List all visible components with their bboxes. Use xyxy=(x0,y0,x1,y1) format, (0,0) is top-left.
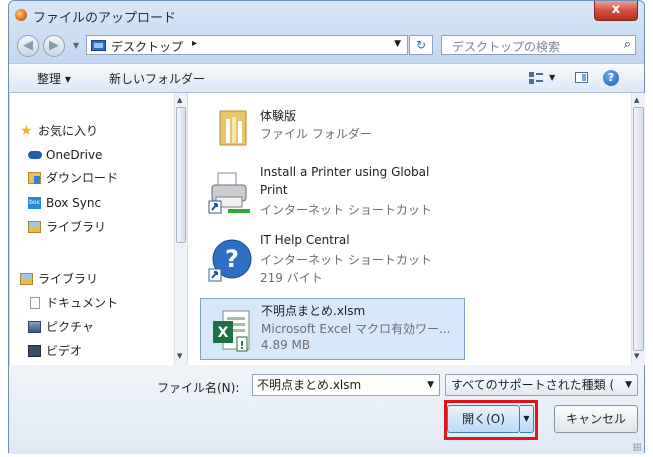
back-button[interactable]: ◀ xyxy=(17,35,39,57)
file-list: 体験版 ファイル フォルダー Install a Printer using G… xyxy=(188,93,645,365)
file-list-scrollbar[interactable]: ▲ ▼ xyxy=(631,93,645,365)
file-name: Install a Printer using Global xyxy=(260,165,430,179)
filename-label: ファイル名(N): xyxy=(157,381,240,395)
scroll-up-arrow-icon[interactable]: ▲ xyxy=(177,96,182,104)
sidebar-item-downloads[interactable]: ダウンロード xyxy=(10,168,170,188)
sidebar-item-label: ダウンロード xyxy=(46,171,119,185)
cloud-icon xyxy=(28,151,42,159)
scrollbar-thumb[interactable] xyxy=(176,107,186,243)
title-bar: ファイルのアップロード x xyxy=(9,1,644,29)
video-icon xyxy=(28,345,41,357)
scroll-down-arrow-icon[interactable]: ▼ xyxy=(177,352,182,360)
filename-dropdown-icon[interactable]: ▼ xyxy=(427,375,434,395)
resize-grip[interactable] xyxy=(633,443,641,451)
scrollbar-thumb[interactable] xyxy=(633,107,644,351)
sidebar-item-label: Box Sync xyxy=(46,196,102,210)
address-dropdown-icon[interactable]: ▼ xyxy=(394,39,401,49)
refresh-button[interactable]: ↻ xyxy=(409,35,433,55)
picture-icon xyxy=(28,321,41,333)
sidebar-item-videos[interactable]: ビデオ xyxy=(10,341,170,361)
file-name-line2: Print xyxy=(260,183,288,197)
desktop-icon xyxy=(91,40,106,51)
svg-text:?: ? xyxy=(225,245,239,273)
navigation-scrollbar[interactable]: ▲ ▼ xyxy=(174,93,187,365)
library-icon xyxy=(28,221,41,233)
svg-text:X: X xyxy=(218,325,229,341)
red-highlight-box xyxy=(444,400,538,440)
scroll-up-arrow-icon[interactable]: ▲ xyxy=(634,96,639,104)
command-toolbar: 整理 ▾ 新しいフォルダー ▼ ? xyxy=(9,63,644,93)
sidebar-item-label: OneDrive xyxy=(46,148,103,162)
sidebar-item-pictures[interactable]: ピクチャ xyxy=(10,317,170,337)
dialog-footer: ファイル名(N): 不明点まとめ.xlsm ▼ すべてのサポートされた種類 ( … xyxy=(9,365,644,454)
file-item-folder[interactable]: 体験版 ファイル フォルダー xyxy=(200,105,465,155)
file-upload-dialog: ファイルのアップロード x ◀ ▶ ▼ デスクトップ ▸ ▼ ↻ デスクトップの… xyxy=(8,0,645,454)
file-item-excel-selected[interactable]: X ! 不明点まとめ.xlsm Microsoft Excel マクロ有効ワー.… xyxy=(200,298,465,360)
view-dropdown-icon[interactable]: ▼ xyxy=(549,73,555,82)
box-icon: box xyxy=(28,197,41,209)
cancel-button[interactable]: キャンセル xyxy=(554,405,638,433)
navigation-bar: ◀ ▶ ▼ デスクトップ ▸ ▼ ↻ デスクトップの検索 ⌕ xyxy=(9,33,644,59)
sidebar-item-label: ビデオ xyxy=(46,344,83,358)
sidebar-item-label: ライブラリ xyxy=(38,272,99,286)
sidebar-item-label: ドキュメント xyxy=(46,296,119,310)
file-size: 4.89 MB xyxy=(261,338,311,352)
sidebar-item-label: ピクチャ xyxy=(46,320,94,334)
sidebar-item-onedrive[interactable]: OneDrive xyxy=(10,145,170,165)
file-type: インターネット ショートカット xyxy=(260,253,432,267)
filename-input[interactable]: 不明点まとめ.xlsm ▼ xyxy=(252,374,440,396)
breadcrumb-separator[interactable]: ▸ xyxy=(192,38,197,49)
svg-text:!: ! xyxy=(239,339,244,352)
recent-locations-dropdown-icon[interactable]: ▼ xyxy=(73,41,79,50)
file-item-printer-shortcut[interactable]: Install a Printer using Global Print インタ… xyxy=(200,163,465,221)
search-icon[interactable]: ⌕ xyxy=(624,37,631,52)
file-name: 不明点まとめ.xlsm xyxy=(261,304,366,318)
sidebar-item-libraries[interactable]: ライブラリ xyxy=(10,269,170,289)
sidebar-item-label: ライブラリ xyxy=(46,220,107,234)
organize-button[interactable]: 整理 ▾ xyxy=(37,70,71,87)
folder-icon xyxy=(218,105,252,147)
sidebar-item-box-sync[interactable]: box Box Sync xyxy=(10,193,170,213)
close-button[interactable]: x xyxy=(594,1,638,21)
sidebar-item-label: お気に入り xyxy=(38,124,99,138)
navigation-pane: ★ お気に入り OneDrive ダウンロード box Box Sync ライブ… xyxy=(10,93,188,365)
file-name: IT Help Central xyxy=(260,233,350,247)
document-icon xyxy=(30,297,40,309)
forward-button[interactable]: ▶ xyxy=(43,35,65,57)
help-icon[interactable]: ? xyxy=(603,70,619,86)
filetype-dropdown-icon[interactable]: ▼ xyxy=(625,375,632,395)
file-type: インターネット ショートカット xyxy=(260,203,432,217)
address-location[interactable]: デスクトップ xyxy=(111,38,183,55)
filetype-value[interactable]: すべてのサポートされた種類 ( xyxy=(451,378,614,392)
scroll-down-arrow-icon[interactable]: ▼ xyxy=(634,352,639,360)
sidebar-item-favorites[interactable]: ★ お気に入り xyxy=(10,121,170,141)
help-shortcut-icon: ? xyxy=(208,237,254,283)
search-input[interactable]: デスクトップの検索 ⌕ xyxy=(441,35,636,55)
filetype-select[interactable]: すべてのサポートされた種類 ( ▼ xyxy=(445,374,638,396)
library-icon xyxy=(20,273,33,285)
file-type: ファイル フォルダー xyxy=(260,127,372,141)
browser-icon xyxy=(15,9,27,21)
download-arrow-icon xyxy=(34,176,40,184)
view-options-icon[interactable] xyxy=(529,72,543,84)
excel-icon: X ! xyxy=(211,309,253,353)
sidebar-item-library[interactable]: ライブラリ xyxy=(10,217,170,237)
star-icon: ★ xyxy=(20,123,33,139)
file-type: Microsoft Excel マクロ有効ワー... xyxy=(261,322,451,336)
file-name: 体験版 xyxy=(260,109,297,123)
search-placeholder: デスクトップの検索 xyxy=(452,40,561,54)
new-folder-button[interactable]: 新しいフォルダー xyxy=(109,70,205,87)
file-size: 219 バイト xyxy=(260,271,323,285)
address-bar[interactable]: デスクトップ ▸ ▼ xyxy=(86,35,408,55)
window-title: ファイルのアップロード xyxy=(33,11,177,26)
preview-pane-icon[interactable] xyxy=(575,72,588,83)
printer-shortcut-icon xyxy=(208,171,254,215)
filename-value[interactable]: 不明点まとめ.xlsm xyxy=(257,378,361,392)
file-item-help-shortcut[interactable]: ? IT Help Central インターネット ショートカット 219 バイ… xyxy=(200,231,465,289)
sidebar-item-documents[interactable]: ドキュメント xyxy=(10,293,170,313)
